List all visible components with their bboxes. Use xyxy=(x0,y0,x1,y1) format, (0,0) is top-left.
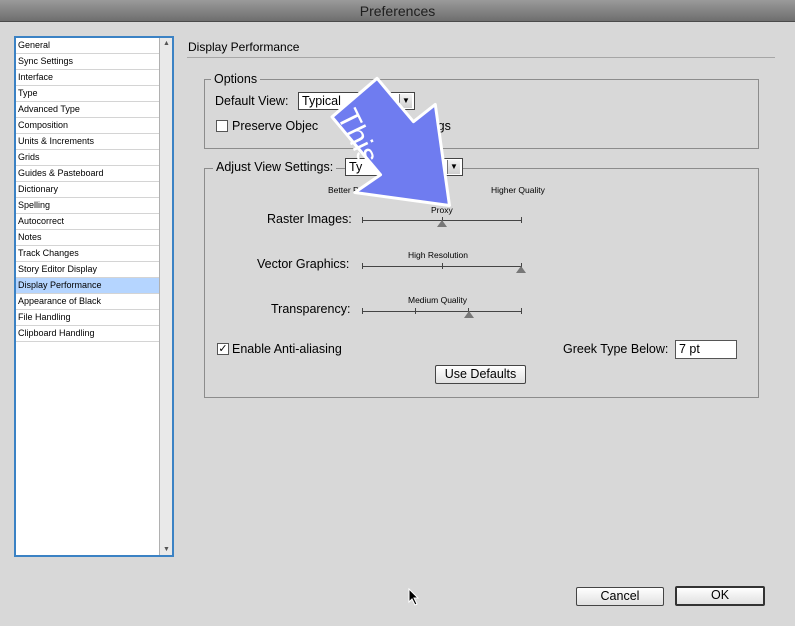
slider-track xyxy=(362,311,522,312)
slider-tick xyxy=(362,263,363,269)
chevron-down-icon: ▼ xyxy=(447,160,460,174)
preserve-checkbox[interactable] xyxy=(216,120,228,132)
slider-tick xyxy=(521,308,522,314)
sidebar-item-autocorrect[interactable]: Autocorrect xyxy=(16,214,160,230)
sidebar-item-display-performance[interactable]: Display Performance xyxy=(16,278,160,294)
sidebar-scrollbar[interactable]: ▲ ▼ xyxy=(159,38,172,555)
preferences-category-list[interactable]: General Sync Settings Interface Type Advance… xyxy=(14,36,174,557)
default-view-value: Typical xyxy=(302,94,341,108)
greek-type-label: Greek Type Below: xyxy=(563,342,669,356)
slider-tick xyxy=(442,263,443,269)
title-bar: Preferences xyxy=(0,0,795,22)
slider-thumb[interactable] xyxy=(516,266,526,273)
anti-aliasing-label: Enable Anti-aliasing xyxy=(232,342,342,356)
greek-type-input[interactable]: 7 pt xyxy=(675,340,737,359)
sidebar-item-sync-settings[interactable]: Sync Settings xyxy=(16,54,160,70)
raster-value-text: Proxy xyxy=(431,205,453,215)
options-legend: Options xyxy=(211,72,261,86)
sidebar-item-units-and-increments[interactable]: Units & Increments xyxy=(16,134,160,150)
transparency-label: Transparency: xyxy=(271,302,351,316)
transparency-slider[interactable] xyxy=(362,306,522,318)
slider-tick xyxy=(362,308,363,314)
raster-images-label: Raster Images: xyxy=(267,212,352,226)
default-view-label: Default View: xyxy=(215,94,289,108)
slider-thumb[interactable] xyxy=(463,311,474,318)
vector-graphics-slider[interactable] xyxy=(362,261,526,273)
anti-aliasing-checkbox[interactable]: ✓ xyxy=(217,343,229,355)
sidebar-item-interface[interactable]: Interface xyxy=(16,70,160,86)
adjust-view-legend: Adjust View Settings: xyxy=(213,160,337,174)
preserve-label-end: ttings xyxy=(421,119,451,133)
sidebar-item-guides-and-pasteboard[interactable]: Guides & Pasteboard xyxy=(16,166,160,182)
slider-tick xyxy=(521,217,522,223)
sidebar-item-composition[interactable]: Composition xyxy=(16,118,160,134)
sidebar-item-track-changes[interactable]: Track Changes xyxy=(16,246,160,262)
sidebar-item-notes[interactable]: Notes xyxy=(16,230,160,246)
sidebar-item-appearance-of-black[interactable]: Appearance of Black xyxy=(16,294,160,310)
slider-thumb[interactable] xyxy=(436,220,447,227)
page-title: Display Performance xyxy=(188,40,300,54)
scroll-up-arrow-icon[interactable]: ▲ xyxy=(163,40,170,47)
raster-images-slider[interactable] xyxy=(362,215,522,227)
sidebar-item-advanced-type[interactable]: Advanced Type xyxy=(16,102,160,118)
category-items: General Sync Settings Interface Type Advance… xyxy=(16,38,160,342)
adjust-view-group xyxy=(204,168,759,398)
scroll-down-arrow-icon[interactable]: ▼ xyxy=(163,546,170,553)
vector-value-text: High Resolution xyxy=(408,250,469,260)
title-divider xyxy=(187,57,775,58)
ok-button[interactable]: OK xyxy=(675,586,765,606)
sidebar-item-story-editor-display[interactable]: Story Editor Display xyxy=(16,262,160,278)
window-title: Preferences xyxy=(359,3,436,19)
vector-graphics-label: Vector Graphics: xyxy=(257,257,350,271)
options-group xyxy=(204,79,759,149)
slider-tick xyxy=(415,308,416,314)
sidebar-item-type[interactable]: Type xyxy=(16,86,160,102)
preserve-label-start: Preserve Objec xyxy=(232,119,319,133)
mouse-cursor-icon xyxy=(408,588,420,606)
sidebar-item-dictionary[interactable]: Dictionary xyxy=(16,182,160,198)
sidebar-item-general[interactable]: General xyxy=(16,38,160,54)
use-defaults-button[interactable]: Use Defaults xyxy=(435,365,526,384)
higher-quality-label: Higher Quality xyxy=(491,185,545,195)
transparency-value-text: Medium Quality xyxy=(408,295,468,305)
better-performance-label: Better Perfo xyxy=(328,185,374,195)
sidebar-item-spelling[interactable]: Spelling xyxy=(16,198,160,214)
sidebar-item-grids[interactable]: Grids xyxy=(16,150,160,166)
cancel-button[interactable]: Cancel xyxy=(576,587,664,606)
slider-tick xyxy=(362,217,363,223)
sidebar-item-clipboard-handling[interactable]: Clipboard Handling xyxy=(16,326,160,342)
sidebar-item-file-handling[interactable]: File Handling xyxy=(16,310,160,326)
chevron-down-icon: ▼ xyxy=(399,94,412,108)
